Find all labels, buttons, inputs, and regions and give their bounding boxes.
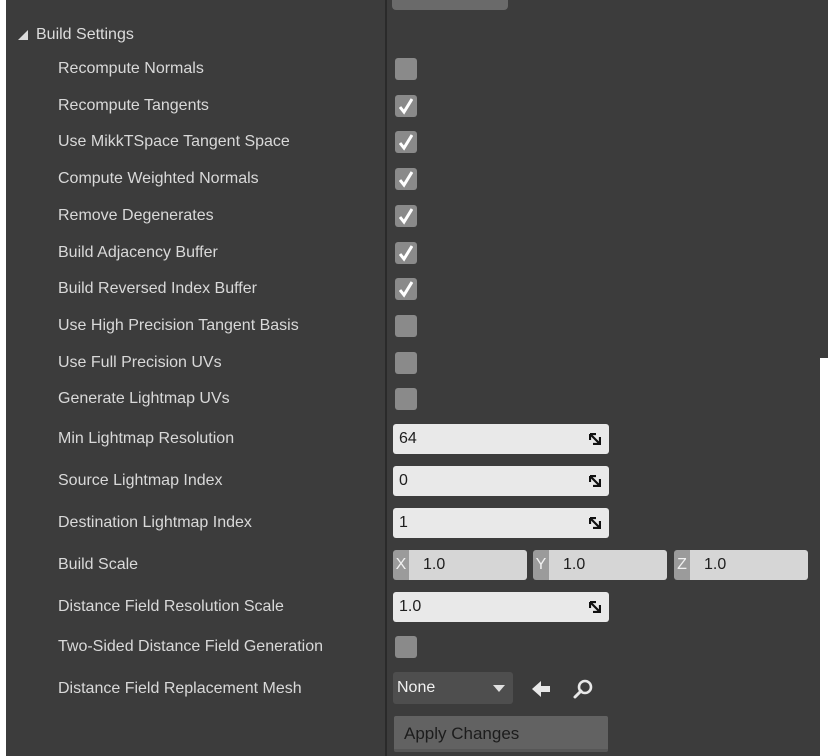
checkbox-label: Compute Weighted Normals (58, 170, 259, 187)
setting-checkbox[interactable] (395, 205, 417, 227)
checkmark-icon (399, 208, 413, 225)
setting-checkbox[interactable] (395, 315, 417, 337)
setting-checkbox[interactable] (395, 168, 417, 190)
checkmark-icon (399, 281, 413, 298)
checkbox-row: Recompute Tangents (0, 91, 814, 121)
checkbox-row: Use High Precision Tangent Basis (0, 311, 814, 341)
chevron-down-icon (493, 685, 505, 692)
replacement-mesh-combo[interactable]: None (393, 672, 513, 704)
row-build-scale: Build Scale X 1.0 Y 1.0 Z 1.0 (0, 550, 814, 580)
label-two-sided-distance-field: Two-Sided Distance Field Generation (58, 638, 324, 655)
label-min-lightmap-resolution: Min Lightmap Resolution (58, 430, 235, 447)
distance-field-resolution-scale-input[interactable]: 1.0 (393, 592, 609, 622)
setting-checkbox[interactable] (395, 95, 417, 117)
row-min-lightmap-resolution: Min Lightmap Resolution 64 (0, 424, 814, 454)
checkbox-row: Recompute Normals (0, 54, 814, 84)
build-scale-x-value: 1.0 (409, 550, 527, 580)
checkbox-row: Compute Weighted Normals (0, 164, 814, 194)
apply-changes-button[interactable]: Apply Changes (394, 716, 608, 752)
row-two-sided-distance-field: Two-Sided Distance Field Generation (0, 632, 814, 662)
min-lightmap-resolution-input[interactable]: 64 (393, 424, 609, 454)
arrow-left-icon[interactable] (530, 678, 552, 700)
checkbox-row: Build Adjacency Buffer (0, 238, 814, 268)
label-source-lightmap-index: Source Lightmap Index (58, 472, 223, 489)
setting-checkbox[interactable] (395, 388, 417, 410)
checkbox-label: Generate Lightmap UVs (58, 390, 230, 407)
collapse-triangle-icon[interactable] (18, 30, 28, 40)
two-sided-distance-field-checkbox[interactable] (395, 636, 417, 658)
checkbox-row: Use Full Precision UVs (0, 348, 814, 378)
row-destination-lightmap-index: Destination Lightmap Index 1 (0, 508, 814, 538)
label-build-scale: Build Scale (58, 556, 139, 573)
source-lightmap-index-input[interactable]: 0 (393, 466, 609, 496)
build-scale-y-input[interactable]: Y 1.0 (533, 550, 667, 580)
checkbox-row: Use MikkTSpace Tangent Space (0, 127, 814, 157)
resize-icon[interactable] (589, 433, 601, 445)
resize-icon[interactable] (589, 475, 601, 487)
checkbox-label: Recompute Tangents (58, 97, 209, 114)
replacement-mesh-value: None (397, 679, 436, 696)
resize-icon[interactable] (589, 601, 601, 613)
axis-z-tag: Z (674, 550, 690, 580)
min-lightmap-resolution-value: 64 (399, 430, 417, 447)
setting-checkbox[interactable] (395, 58, 417, 80)
checkmark-icon (399, 98, 413, 115)
source-lightmap-index-value: 0 (399, 472, 408, 489)
checkbox-label: Use High Precision Tangent Basis (58, 317, 299, 334)
search-icon[interactable] (572, 678, 594, 700)
resize-icon[interactable] (589, 517, 601, 529)
label-destination-lightmap-index: Destination Lightmap Index (58, 514, 252, 531)
checkbox-row: Generate Lightmap UVs (0, 384, 814, 414)
setting-checkbox[interactable] (395, 278, 417, 300)
distance-field-resolution-scale-value: 1.0 (399, 598, 422, 615)
build-scale-z-input[interactable]: Z 1.0 (674, 550, 808, 580)
checkbox-row: Remove Degenerates (0, 201, 814, 231)
checkbox-label: Remove Degenerates (58, 207, 214, 224)
checkbox-label: Build Reversed Index Buffer (58, 280, 257, 297)
checkbox-row: Build Reversed Index Buffer (0, 274, 814, 304)
row-distance-field-replacement-mesh: Distance Field Replacement Mesh None (0, 672, 814, 706)
setting-checkbox[interactable] (395, 131, 417, 153)
checkmark-icon (399, 134, 413, 151)
destination-lightmap-index-input[interactable]: 1 (393, 508, 609, 538)
checkbox-label: Use MikkTSpace Tangent Space (58, 133, 290, 150)
row-source-lightmap-index: Source Lightmap Index 0 (0, 466, 814, 496)
panel-edge (820, 0, 828, 358)
setting-checkbox[interactable] (395, 242, 417, 264)
row-distance-field-resolution-scale: Distance Field Resolution Scale 1.0 (0, 592, 814, 622)
axis-y-tag: Y (533, 550, 549, 580)
section-header-build-settings[interactable]: Build Settings (18, 22, 134, 48)
build-scale-z-value: 1.0 (690, 550, 808, 580)
axis-x-tag: X (393, 550, 409, 580)
top-control[interactable] (392, 0, 508, 10)
checkbox-label: Build Adjacency Buffer (58, 244, 218, 261)
setting-checkbox[interactable] (395, 352, 417, 374)
label-distance-field-resolution-scale: Distance Field Resolution Scale (58, 598, 284, 615)
checkbox-label: Use Full Precision UVs (58, 354, 222, 371)
build-scale-y-value: 1.0 (549, 550, 667, 580)
checkbox-label: Recompute Normals (58, 60, 204, 77)
build-scale-x-input[interactable]: X 1.0 (393, 550, 527, 580)
destination-lightmap-index-value: 1 (399, 514, 408, 531)
label-distance-field-replacement-mesh: Distance Field Replacement Mesh (58, 680, 302, 697)
checkmark-icon (399, 245, 413, 262)
section-title: Build Settings (36, 26, 134, 43)
checkmark-icon (399, 171, 413, 188)
